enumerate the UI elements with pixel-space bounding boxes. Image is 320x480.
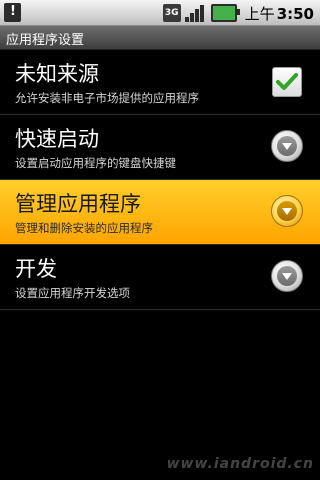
page-title: 应用程序设置 bbox=[6, 33, 85, 48]
list-item-subtitle: 管理和删除安装的应用程序 bbox=[15, 221, 153, 235]
list-item-subtitle: 设置应用程序开发选项 bbox=[15, 286, 130, 300]
list-item-quick-launch[interactable]: 快速启动 设置启动应用程序的键盘快捷键 bbox=[0, 115, 320, 180]
list-item-development[interactable]: 开发 设置应用程序开发选项 bbox=[0, 245, 320, 310]
list-item-manage-applications[interactable]: 管理应用程序 管理和删除安装的应用程序 bbox=[0, 180, 320, 245]
chevron-down-icon[interactable] bbox=[271, 130, 303, 162]
battery-icon bbox=[210, 4, 240, 22]
check-icon bbox=[276, 73, 298, 90]
list-item-title: 管理应用程序 bbox=[15, 192, 141, 216]
watermark: www.iandroid.cn bbox=[166, 456, 314, 472]
list-item-title: 未知来源 bbox=[15, 62, 99, 86]
status-icons: 3G 上午 3:50 bbox=[162, 3, 314, 24]
3g-icon: 3G bbox=[162, 4, 181, 22]
chevron-down-icon[interactable] bbox=[271, 195, 303, 227]
clock: 上午 3:50 bbox=[245, 3, 314, 24]
list-item-title: 快速启动 bbox=[15, 127, 99, 151]
sd-card-warning-icon bbox=[4, 3, 21, 22]
settings-list: 未知来源 允许安装非电子市场提供的应用程序 快速启动 设置启动应用程序的键盘快捷… bbox=[0, 50, 320, 310]
clock-time: 3:50 bbox=[276, 4, 314, 23]
status-bar: 3G 上午3:50 bbox=[0, 0, 320, 26]
chevron-down-icon[interactable] bbox=[271, 260, 303, 292]
list-item-subtitle: 允许安装非电子市场提供的应用程序 bbox=[15, 91, 199, 105]
clock-ampm: 上午 bbox=[244, 4, 275, 23]
list-item-unknown-sources[interactable]: 未知来源 允许安装非电子市场提供的应用程序 bbox=[0, 50, 320, 115]
title-bar: 应用程序设置 bbox=[0, 26, 320, 50]
list-item-subtitle: 设置启动应用程序的键盘快捷键 bbox=[15, 156, 176, 170]
unknown-sources-checkbox[interactable] bbox=[272, 67, 302, 97]
signal-icon bbox=[184, 4, 207, 22]
list-item-title: 开发 bbox=[15, 257, 57, 281]
